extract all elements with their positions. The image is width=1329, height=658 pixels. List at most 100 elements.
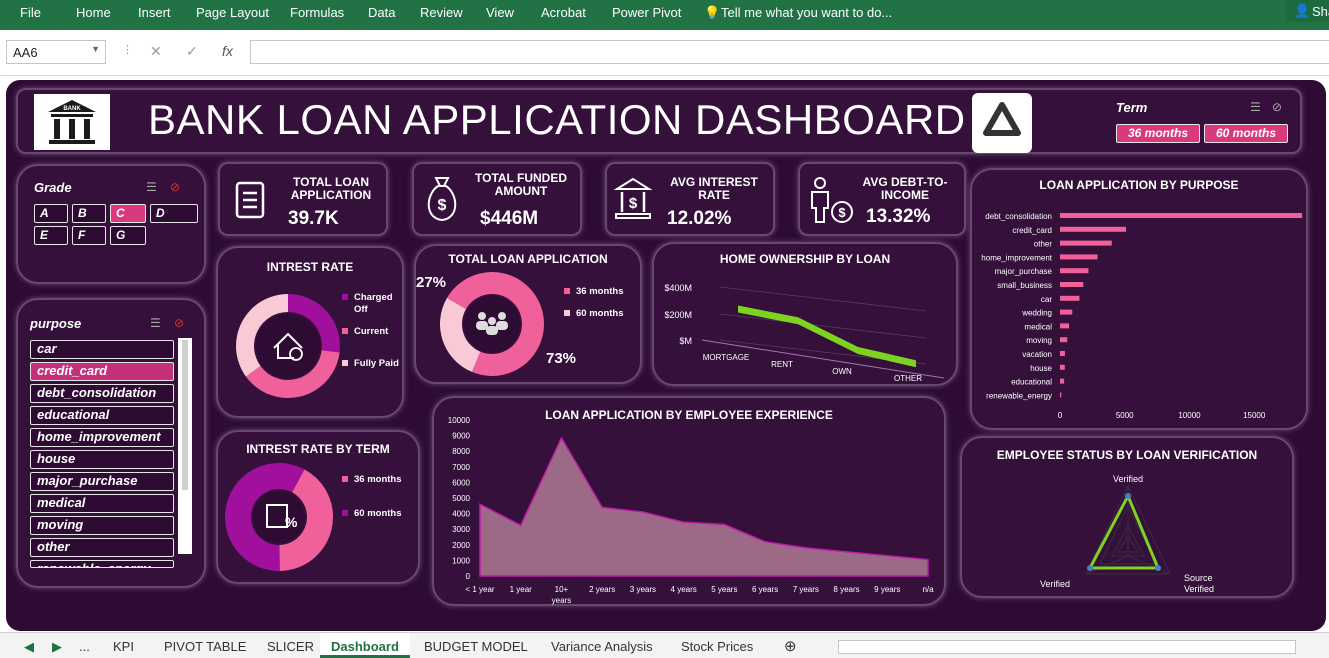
purpose-item-house[interactable]: house (30, 450, 174, 469)
grade-c[interactable]: C (110, 204, 146, 223)
bar-educational (1060, 378, 1065, 384)
clear-filter-icon[interactable]: ⊘ (170, 180, 180, 194)
multi-select-icon[interactable]: ☰ (1250, 100, 1261, 114)
bank-icon: $ (613, 177, 653, 219)
add-sheet-icon[interactable]: ⊕ (784, 637, 797, 655)
scrollbar[interactable] (178, 338, 192, 554)
tab-slicer[interactable]: SLICER (267, 639, 314, 654)
kpi-avg-debt-to-income: $ AVG DEBT-TO-INCOME 13.32% (798, 162, 966, 236)
multi-select-icon[interactable]: ☰ (150, 316, 161, 330)
more-dots-icon: ⋮ (122, 44, 133, 56)
term-36-months[interactable]: 36 months (1116, 124, 1200, 143)
tab-variance-analysis[interactable]: Variance Analysis (551, 639, 653, 654)
y-tick-label: 5000 (452, 494, 470, 503)
kpi-value: $446M (480, 208, 539, 229)
y-tick-label: wedding (1021, 309, 1052, 318)
bar-debt_consolidation (1060, 213, 1303, 218)
grade-e[interactable]: E (34, 226, 68, 245)
x-tick-label: 1 year (510, 585, 533, 594)
tab-budget-model[interactable]: BUDGET MODEL (424, 639, 528, 654)
menu-review[interactable]: Review (420, 5, 463, 20)
purpose-item-medical[interactable]: medical (30, 494, 174, 513)
x-tick-label: 10000 (1178, 411, 1201, 420)
tell-me-search[interactable]: Tell me what you want to do... (721, 5, 892, 20)
legend-charged-off: Charged Off (342, 292, 398, 316)
purpose-item-other[interactable]: other (30, 538, 174, 557)
name-box[interactable]: AA6 ▼ (6, 40, 106, 64)
share-button[interactable]: 👤 Sha (1286, 0, 1329, 22)
menu-formulas[interactable]: Formulas (290, 5, 344, 20)
cancel-icon[interactable]: ✕ (150, 43, 162, 60)
employee-status-radar: Verified Source Verified Verified (1040, 474, 1214, 594)
tab-kpi[interactable]: KPI (113, 639, 134, 654)
multi-select-icon[interactable]: ☰ (146, 180, 157, 194)
x-tick-label: 5 years (711, 585, 737, 594)
menu-insert[interactable]: Insert (138, 5, 171, 20)
page-title: BANK LOAN APPLICATION DASHBOARD (148, 96, 966, 143)
y-tick-label: 4000 (452, 510, 470, 519)
area-series (479, 436, 929, 577)
loan-purpose-panel: LOAN APPLICATION BY PURPOSE debt_consoli… (970, 168, 1308, 430)
svg-text:$: $ (438, 197, 447, 214)
purpose-item-moving[interactable]: moving (30, 516, 174, 535)
more-tabs[interactable]: ... (79, 639, 90, 654)
x-tick-label: 3 years (630, 585, 656, 594)
tab-stock-prices[interactable]: Stock Prices (681, 639, 753, 654)
purpose-item-credit-card[interactable]: credit_card (30, 362, 174, 381)
grade-b[interactable]: B (72, 204, 106, 223)
purpose-item-educational[interactable]: educational (30, 406, 174, 425)
enter-icon[interactable]: ✓ (186, 43, 198, 60)
interest-rate-donut (236, 294, 340, 399)
clear-filter-icon[interactable]: ⊘ (174, 316, 184, 330)
purpose-item-home-improvement[interactable]: home_improvement (30, 428, 174, 447)
radar-label-right-1: Source (1184, 573, 1213, 583)
x-tick-label: OWN (832, 367, 852, 376)
grade-g[interactable]: G (110, 226, 146, 245)
tab-dashboard[interactable]: Dashboard (320, 633, 410, 658)
purpose-item-debt-consolidation[interactable]: debt_consolidation (30, 384, 174, 403)
people-group-icon (465, 297, 519, 351)
purpose-item-major-purchase[interactable]: major_purchase (30, 472, 174, 491)
y-tick-label: 6000 (452, 478, 470, 487)
menu-power-pivot[interactable]: Power Pivot (612, 5, 681, 20)
scrollbar-thumb[interactable] (182, 340, 188, 490)
grade-d[interactable]: D (150, 204, 198, 223)
menu-page-layout[interactable]: Page Layout (196, 5, 269, 20)
radar-label-top: Verified (1113, 474, 1143, 484)
clear-filter-icon[interactable]: ⊘ (1272, 100, 1282, 114)
chevron-down-icon[interactable]: ▼ (91, 44, 100, 54)
formula-bar: AA6 ▼ ⋮ ✕ ✓ fx (0, 30, 1329, 76)
x-tick-label: 5000 (1116, 411, 1134, 420)
kpi-total-loan-application: TOTAL LOAN APPLICATION 39.7K (218, 162, 388, 236)
scroll-right-icon[interactable]: ▶ (52, 639, 62, 655)
menu-data[interactable]: Data (368, 5, 395, 20)
chart-title: TOTAL LOAN APPLICATION (448, 252, 608, 266)
y-tick-label: $400M (664, 283, 692, 293)
purpose-item-renewable-energy[interactable]: renewable_energy (30, 560, 174, 568)
y-tick-label: renewable_energy (986, 391, 1052, 400)
purpose-item-car[interactable]: car (30, 340, 174, 359)
menu-file[interactable]: File (20, 5, 41, 20)
scroll-left-icon[interactable]: ◀ (24, 639, 34, 655)
legend-60-months: 60 months (564, 308, 624, 319)
svg-text:$: $ (629, 195, 638, 212)
recycle-icon (983, 102, 1021, 136)
kpi-value: 39.7K (288, 208, 339, 229)
y-tick-label: 1000 (452, 556, 470, 565)
chart-title: INTREST RATE BY TERM (246, 442, 390, 456)
formula-input[interactable] (250, 40, 1329, 64)
menu-home[interactable]: Home (76, 5, 111, 20)
horizontal-scrollbar[interactable] (838, 640, 1296, 654)
kpi-avg-interest-rate: $ AVG INTEREST RATE 12.02% (605, 162, 775, 236)
legend-36-months: 36 months (564, 286, 624, 297)
grade-a[interactable]: A (34, 204, 68, 223)
x-tick-label: RENT (771, 360, 793, 369)
grade-f[interactable]: F (72, 226, 106, 245)
term-slicer-title: Term (1116, 100, 1148, 115)
menu-view[interactable]: View (486, 5, 514, 20)
menu-acrobat[interactable]: Acrobat (541, 5, 586, 20)
term-60-months[interactable]: 60 months (1204, 124, 1288, 143)
tab-pivot-table[interactable]: PIVOT TABLE (164, 639, 246, 654)
legend-current: Current (342, 326, 388, 337)
fx-icon[interactable]: fx (222, 43, 233, 59)
